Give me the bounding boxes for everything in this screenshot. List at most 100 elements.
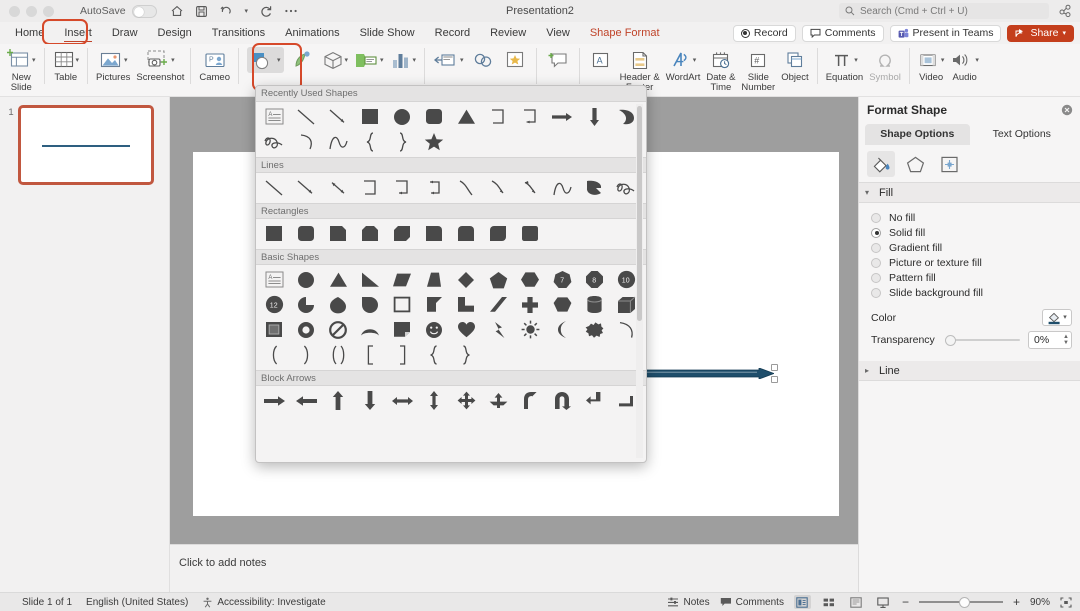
radio-no-fill[interactable]: No fill xyxy=(871,210,1080,225)
shape-lightning-bolt[interactable] xyxy=(482,317,514,342)
fill-color-caret-icon[interactable]: ▾ xyxy=(1063,314,1067,321)
shape-rect-round-same-side[interactable] xyxy=(450,221,482,246)
icons-button[interactable] xyxy=(287,44,319,73)
shape-elbow-arrow-connector-2[interactable] xyxy=(386,175,418,200)
cameo-button[interactable]: P Cameo xyxy=(196,44,233,83)
shape-basic-oval[interactable] xyxy=(290,267,322,292)
shape-block-left-arrow[interactable] xyxy=(290,388,322,413)
fill-section-header[interactable]: ▾ Fill xyxy=(859,183,1080,203)
shape-elbow-connector-2[interactable] xyxy=(354,175,386,200)
shape-scribble[interactable] xyxy=(258,129,290,154)
link-caret-icon[interactable]: ▾ xyxy=(460,57,464,64)
shape-moon[interactable] xyxy=(546,317,578,342)
shape-bent-arrow[interactable] xyxy=(514,388,546,413)
close-icon[interactable] xyxy=(1061,104,1073,116)
shape-down-arrow[interactable] xyxy=(578,104,610,129)
shape-rect-snip-same-side[interactable] xyxy=(354,221,386,246)
tab-draw[interactable]: Draw xyxy=(103,25,147,41)
screenshot-caret-icon[interactable]: ▾ xyxy=(171,57,175,64)
shape-rect-snip-single[interactable] xyxy=(322,221,354,246)
smartart-button[interactable]: ▾ xyxy=(351,44,387,73)
language-indicator[interactable]: English (United States) xyxy=(86,597,188,608)
shape-octagon[interactable]: 8 xyxy=(578,267,610,292)
table-caret-icon[interactable]: ▾ xyxy=(76,57,80,64)
tab-text-options[interactable]: Text Options xyxy=(970,124,1075,145)
new-slide-caret-icon[interactable]: ▾ xyxy=(32,57,36,64)
shape-triangle[interactable] xyxy=(450,104,482,129)
shape-curve-line[interactable] xyxy=(546,175,578,200)
autosave-toggle[interactable] xyxy=(131,4,157,18)
shape-rect-snip-diagonal[interactable] xyxy=(386,221,418,246)
fill-color-button[interactable]: ▾ xyxy=(1042,309,1072,326)
slide-thumbnail-1[interactable] xyxy=(18,105,154,185)
minimize-window-button[interactable] xyxy=(26,5,37,17)
shape-double-brackets[interactable] xyxy=(322,342,354,367)
shape-rect-rounded[interactable] xyxy=(290,221,322,246)
link-button[interactable]: ▾ xyxy=(430,44,467,73)
share-caret-icon[interactable]: ▾ xyxy=(1062,30,1066,37)
shape-block-left-right-arrow[interactable] xyxy=(386,388,418,413)
shape-rect-rounded-corner[interactable] xyxy=(514,221,546,246)
shape-frame[interactable] xyxy=(386,292,418,317)
shape-line[interactable] xyxy=(290,104,322,129)
shape-left-parenthesis[interactable] xyxy=(258,342,290,367)
shape-trapezoid[interactable] xyxy=(418,267,450,292)
zoom-button[interactable] xyxy=(467,44,499,73)
zoom-in-button[interactable]: + xyxy=(1013,595,1020,609)
shape-text-box[interactable]: A xyxy=(258,104,290,129)
3d-models-button[interactable]: ▾ xyxy=(319,44,352,73)
tab-design[interactable]: Design xyxy=(149,25,201,41)
titlebar-quick-actions[interactable]: ▾ xyxy=(170,4,299,18)
notes-toggle[interactable]: Notes xyxy=(667,597,710,608)
video-caret-icon[interactable]: ▾ xyxy=(941,57,945,64)
shape-right-triangle[interactable] xyxy=(354,267,386,292)
shape-elbow-double-arrow-connector[interactable] xyxy=(418,175,450,200)
radio-gradient-fill[interactable]: Gradient fill xyxy=(871,240,1080,255)
shape-right-brace-2[interactable] xyxy=(450,342,482,367)
text-box-button[interactable]: A xyxy=(585,44,617,73)
window-controls[interactable] xyxy=(0,5,54,17)
shape-curved-connector[interactable] xyxy=(450,175,482,200)
shape-line-plain[interactable] xyxy=(258,175,290,200)
shape-line-single-arrow[interactable] xyxy=(290,175,322,200)
shape-chord[interactable] xyxy=(354,292,386,317)
new-comment-button[interactable] xyxy=(542,44,574,73)
slide-number-button[interactable]: # Slide Number xyxy=(738,44,778,93)
shape-rect-plain[interactable] xyxy=(258,221,290,246)
zoom-out-button[interactable]: − xyxy=(902,595,909,609)
shape-oval[interactable] xyxy=(386,104,418,129)
shape-sun[interactable] xyxy=(514,317,546,342)
shape-star-5-point[interactable] xyxy=(418,129,450,154)
shape-line-double-arrow[interactable] xyxy=(322,175,354,200)
save-icon[interactable] xyxy=(195,4,209,18)
shape-freeform[interactable] xyxy=(578,175,610,200)
shape-rounded-rectangle[interactable] xyxy=(418,104,450,129)
radio-solid-fill[interactable]: Solid fill xyxy=(871,225,1080,240)
notes-pane[interactable]: Click to add notes xyxy=(170,544,858,592)
audio-button[interactable]: ▾ Audio xyxy=(947,44,982,83)
comments-toggle[interactable]: Comments xyxy=(720,597,784,608)
shape-block-down-arrow[interactable] xyxy=(354,388,386,413)
wordart-caret-icon[interactable]: ▾ xyxy=(693,57,697,64)
shapes-caret-icon[interactable]: ▾ xyxy=(277,57,281,64)
radio-slide-background-fill[interactable]: Slide background fill xyxy=(871,285,1080,300)
tab-transitions[interactable]: Transitions xyxy=(203,25,274,41)
tab-home[interactable]: Home xyxy=(6,25,53,41)
resize-handle-right-bottom[interactable] xyxy=(771,376,778,383)
fill-bucket-icon[interactable] xyxy=(867,151,895,177)
more-options-icon[interactable] xyxy=(284,4,298,18)
shape-block-up-down-arrow[interactable] xyxy=(418,388,450,413)
line-section-header[interactable]: ▸ Line xyxy=(859,361,1080,381)
shape-left-brace-2[interactable] xyxy=(418,342,450,367)
shape-l-shape[interactable] xyxy=(450,292,482,317)
shape-line-arrow[interactable] xyxy=(322,104,354,129)
shape-diagonal-stripe[interactable] xyxy=(482,292,514,317)
shape-diamond[interactable] xyxy=(450,267,482,292)
shape-right-brace[interactable] xyxy=(386,129,418,154)
size-layout-icon[interactable] xyxy=(935,151,963,177)
shape-pentagon[interactable] xyxy=(482,267,514,292)
undo-caret-icon[interactable]: ▾ xyxy=(245,8,249,15)
resize-handle-right-top[interactable] xyxy=(771,364,778,371)
shape-can[interactable] xyxy=(578,292,610,317)
shape-block-up-arrow[interactable] xyxy=(322,388,354,413)
